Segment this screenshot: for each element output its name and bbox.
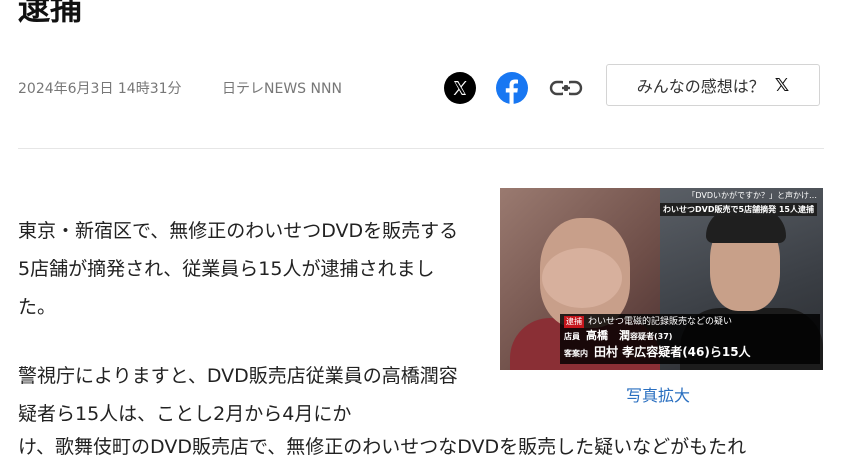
share-facebook-button[interactable]: [496, 72, 528, 104]
lower-third-person-2: 客案内 田村 孝広容疑者(46)ら15人: [564, 346, 751, 360]
photo-caption-headline: わいせつDVD販売で5店舗摘発 15人逮捕: [660, 203, 817, 216]
lower-third-person-1: 店員 高橋 潤容疑者(37): [564, 330, 672, 343]
news-source: 日テレNEWS NNN: [222, 81, 342, 97]
photo-expand-link[interactable]: 写真拡大: [626, 382, 690, 406]
person-2-suffix: 容疑者(46)ら15人: [646, 345, 751, 359]
paragraph-3: け、歌舞伎町のDVD販売店で、無修正のわいせつなDVDを販売した疑いなどがもたれ: [18, 436, 747, 458]
link-icon: [549, 80, 583, 96]
person-2-name: 田村 孝広: [594, 345, 647, 359]
feedback-button[interactable]: みんなの感想は？ 𝕏: [606, 64, 820, 106]
share-x-button[interactable]: [444, 72, 476, 104]
article-photo[interactable]: 「DVDいかがですか？」と声かけ… わいせつDVD販売で5店舗摘発 15人逮捕 …: [500, 188, 823, 370]
photo-blur: [542, 248, 622, 308]
x-icon: 𝕏: [774, 74, 790, 96]
person-2-role: 客案内: [564, 349, 588, 358]
divider: [18, 148, 824, 149]
arrest-tag: 逮捕: [564, 316, 584, 328]
feedback-label: みんなの感想は？: [636, 77, 765, 96]
charge-text: わいせつ電磁的記録販売などの疑い: [588, 317, 733, 327]
publish-date: 2024年6月3日 14時31分: [18, 81, 182, 97]
x-logo-icon: [444, 72, 476, 104]
photo-caption-top: 「DVDいかがですか？」と声かけ…: [687, 191, 817, 200]
person-1-suffix: 容疑者(37): [630, 332, 673, 341]
paragraph-1: 東京・新宿区で、無修正のわいせつDVDを販売する5店舗が摘発され、従業員ら15人…: [18, 220, 459, 318]
paragraph-2: 警視庁によりますと、DVD販売店従業員の高橋潤容疑者ら15人は、ことし2月から4…: [18, 365, 458, 425]
article-title: 逮捕: [18, 0, 83, 27]
lower-third-charge-row: 逮捕 わいせつ電磁的記録販売などの疑い: [564, 316, 732, 328]
copy-link-button[interactable]: [548, 74, 584, 102]
person-1-role: 店員: [564, 332, 580, 341]
photo-lower-third: 逮捕 わいせつ電磁的記録販売などの疑い 店員 高橋 潤容疑者(37) 客案内 田村 孝…: [560, 314, 820, 364]
person-1-name: 高橋 潤: [586, 329, 630, 342]
facebook-logo-icon: [496, 72, 528, 104]
